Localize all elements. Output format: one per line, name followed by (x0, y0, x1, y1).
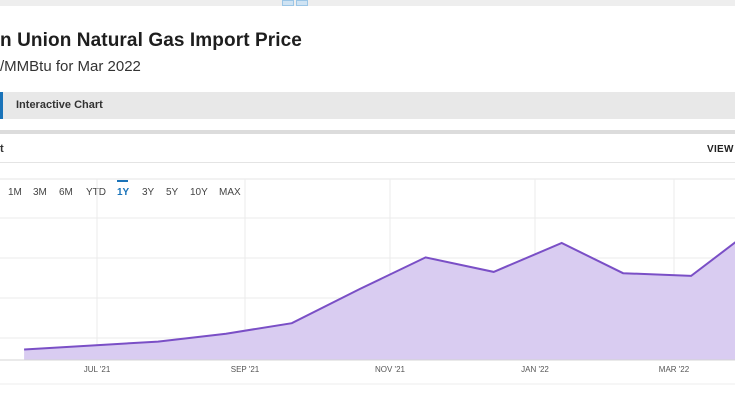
x-tick-label: JAN '22 (521, 365, 549, 374)
x-tick-label: NOV '21 (375, 365, 406, 374)
x-tick-label: SEP '21 (231, 365, 260, 374)
series-area (24, 242, 735, 360)
price-chart[interactable]: JUL '21 SEP '21 NOV '21 JAN '22 MAR '22 (0, 0, 735, 400)
x-tick-label: JUL '21 (84, 365, 111, 374)
x-tick-label: MAR '22 (659, 365, 690, 374)
